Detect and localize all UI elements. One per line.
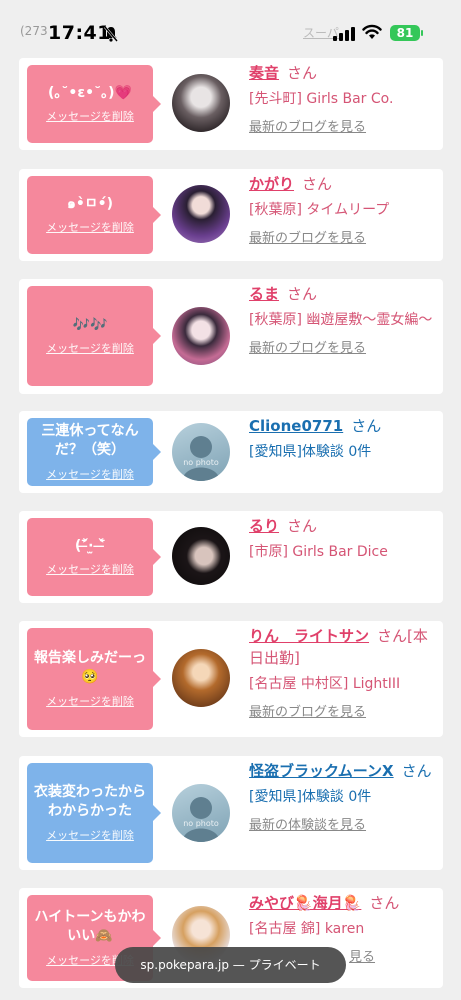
latest-blog-link[interactable]: 最新のブログを見る: [249, 337, 366, 356]
url-bar[interactable]: sp.pokepara.jp — プライベート: [115, 947, 346, 983]
message-card: (｡˘•ε•˘｡)💗 メッセージを削除 奏音 さん [先斗町] Girls Bar…: [19, 58, 443, 150]
message-card: ๑•̀ㅁ•́) メッセージを削除 かがり さん [秋葉原] タイムリープ 最新のブ…: [19, 169, 443, 261]
user-name-link[interactable]: るま: [249, 285, 279, 303]
user-info: かがり さん [秋葉原] タイムリープ 最新のブログを見る: [249, 173, 435, 246]
honorific: さん: [287, 64, 318, 82]
delete-message-link[interactable]: メッセージを削除: [46, 693, 134, 709]
user-name-link[interactable]: るり: [249, 517, 279, 535]
shop-info: [名古屋 中村区] LightIII: [249, 676, 401, 692]
delete-message-link[interactable]: メッセージを削除: [46, 108, 134, 124]
user-info: るま さん [秋葉原] 幽遊屋敷～霊女編～ 最新のブログを見る: [249, 283, 435, 356]
no-photo-label: no photo: [183, 458, 219, 467]
honorific: さん: [287, 285, 318, 303]
shop-info: [秋葉原] 幽遊屋敷～霊女編～: [249, 312, 433, 328]
shop-info: [愛知県]体験談 0件: [249, 444, 372, 460]
user-info: 奏音 さん [先斗町] Girls Bar Co. 最新のブログを見る: [249, 62, 435, 135]
bell-muted-icon: [104, 26, 118, 46]
counter-text: (273: [20, 24, 48, 38]
message-bubble: 衣装変わったからわからかった メッセージを削除: [27, 763, 161, 863]
avatar[interactable]: [172, 649, 230, 707]
wifi-icon: [362, 24, 382, 42]
battery-icon: 81: [390, 25, 420, 41]
message-bubble: 🎶🎶 メッセージを削除: [27, 286, 161, 386]
message-text: (˃̶᷄‧̫ ˂̶᷅: [74, 537, 106, 554]
shop-info: [先斗町] Girls Bar Co.: [249, 91, 394, 107]
latest-review-link[interactable]: 最新の体験談を見る: [249, 814, 366, 833]
message-text: 衣装変わったからわからかった: [34, 784, 146, 819]
delete-message-link[interactable]: メッセージを削除: [46, 561, 134, 577]
shop-info: [市原] Girls Bar Dice: [249, 544, 388, 560]
avatar[interactable]: no photo: [172, 423, 230, 481]
avatar[interactable]: no photo: [172, 784, 230, 842]
shop-info: [秋葉原] タイムリープ: [249, 202, 390, 218]
latest-blog-link[interactable]: 最新のブログを見る: [249, 227, 366, 246]
cellular-signal-icon: [333, 27, 355, 41]
user-info: 怪盗ブラックムーンX さん [愛知県]体験談 0件 最新の体験談を見る: [249, 760, 435, 833]
honorific: さん: [302, 175, 333, 193]
message-text: (｡˘•ε•˘｡)💗: [48, 84, 132, 101]
delete-message-link[interactable]: メッセージを削除: [46, 466, 134, 482]
message-bubble: (˃̶᷄‧̫ ˂̶᷅ メッセージを削除: [27, 518, 161, 596]
honorific: さん: [351, 417, 382, 435]
latest-blog-link[interactable]: 最新のブログを見る: [249, 116, 366, 135]
honorific: さん: [369, 894, 400, 912]
user-info: りん ライトサン さん[本日出勤] [名古屋 中村区] LightIII 最新のブ…: [249, 625, 435, 720]
latest-blog-link[interactable]: 見る: [349, 946, 375, 965]
message-bubble: 三連休ってなんだ？（笑） メッセージを削除: [27, 418, 161, 486]
avatar[interactable]: [172, 527, 230, 585]
message-bubble: ๑•̀ㅁ•́) メッセージを削除: [27, 176, 161, 254]
message-card: 衣装変わったからわからかった メッセージを削除 no photo 怪盗ブラックム…: [19, 756, 443, 870]
delete-message-link[interactable]: メッセージを削除: [46, 827, 134, 843]
user-name-link[interactable]: かがり: [249, 175, 294, 193]
no-photo-label: no photo: [183, 819, 219, 828]
delete-message-link[interactable]: メッセージを削除: [46, 340, 134, 356]
message-text: 🎶🎶: [72, 316, 108, 333]
shop-info: [愛知県]体験談 0件: [249, 789, 372, 805]
shop-info: [名古屋 錦] karen: [249, 921, 365, 937]
battery-nub: [421, 30, 423, 36]
user-info: Clione0771 さん [愛知県]体験談 0件: [249, 415, 435, 463]
message-bubble: (｡˘•ε•˘｡)💗 メッセージを削除: [27, 65, 161, 143]
honorific: さん: [287, 517, 318, 535]
status-bar: (273 17:41 スーパ 81: [0, 0, 461, 52]
message-card: 報告楽しみだーっ🥺 メッセージを削除 りん ライトサン さん[本日出勤] [名古屋…: [19, 621, 443, 737]
latest-blog-link[interactable]: 最新のブログを見る: [249, 701, 366, 720]
user-name-link[interactable]: りん ライトサン: [249, 627, 369, 645]
user-name-link[interactable]: Clione0771: [249, 417, 343, 435]
message-text: 報告楽しみだーっ🥺: [34, 650, 146, 685]
message-card: (˃̶᷄‧̫ ˂̶᷅ メッセージを削除 るり さん [市原] Girls Bar …: [19, 511, 443, 603]
message-text: ๑•̀ㅁ•́): [66, 195, 114, 212]
honorific: さん: [401, 762, 432, 780]
message-text: 三連休ってなんだ？（笑）: [41, 423, 139, 458]
avatar[interactable]: [172, 185, 230, 243]
user-name-link[interactable]: 奏音: [249, 64, 279, 82]
delete-message-link[interactable]: メッセージを削除: [46, 219, 134, 235]
message-card: 三連休ってなんだ？（笑） メッセージを削除 no photo Clione077…: [19, 411, 443, 493]
user-name-link[interactable]: 怪盗ブラックムーンX: [249, 762, 394, 780]
avatar[interactable]: [172, 74, 230, 132]
clock-time: 17:41: [48, 22, 111, 44]
user-info: るり さん [市原] Girls Bar Dice: [249, 515, 435, 563]
avatar[interactable]: [172, 307, 230, 365]
message-card: 🎶🎶 メッセージを削除 るま さん [秋葉原] 幽遊屋敷～霊女編～ 最新のブログを…: [19, 279, 443, 394]
user-name-link[interactable]: みやび🪼海月🪼: [249, 894, 361, 912]
message-bubble: 報告楽しみだーっ🥺 メッセージを削除: [27, 628, 161, 730]
message-text: ハイトーンもかわいい🙈: [34, 909, 146, 944]
